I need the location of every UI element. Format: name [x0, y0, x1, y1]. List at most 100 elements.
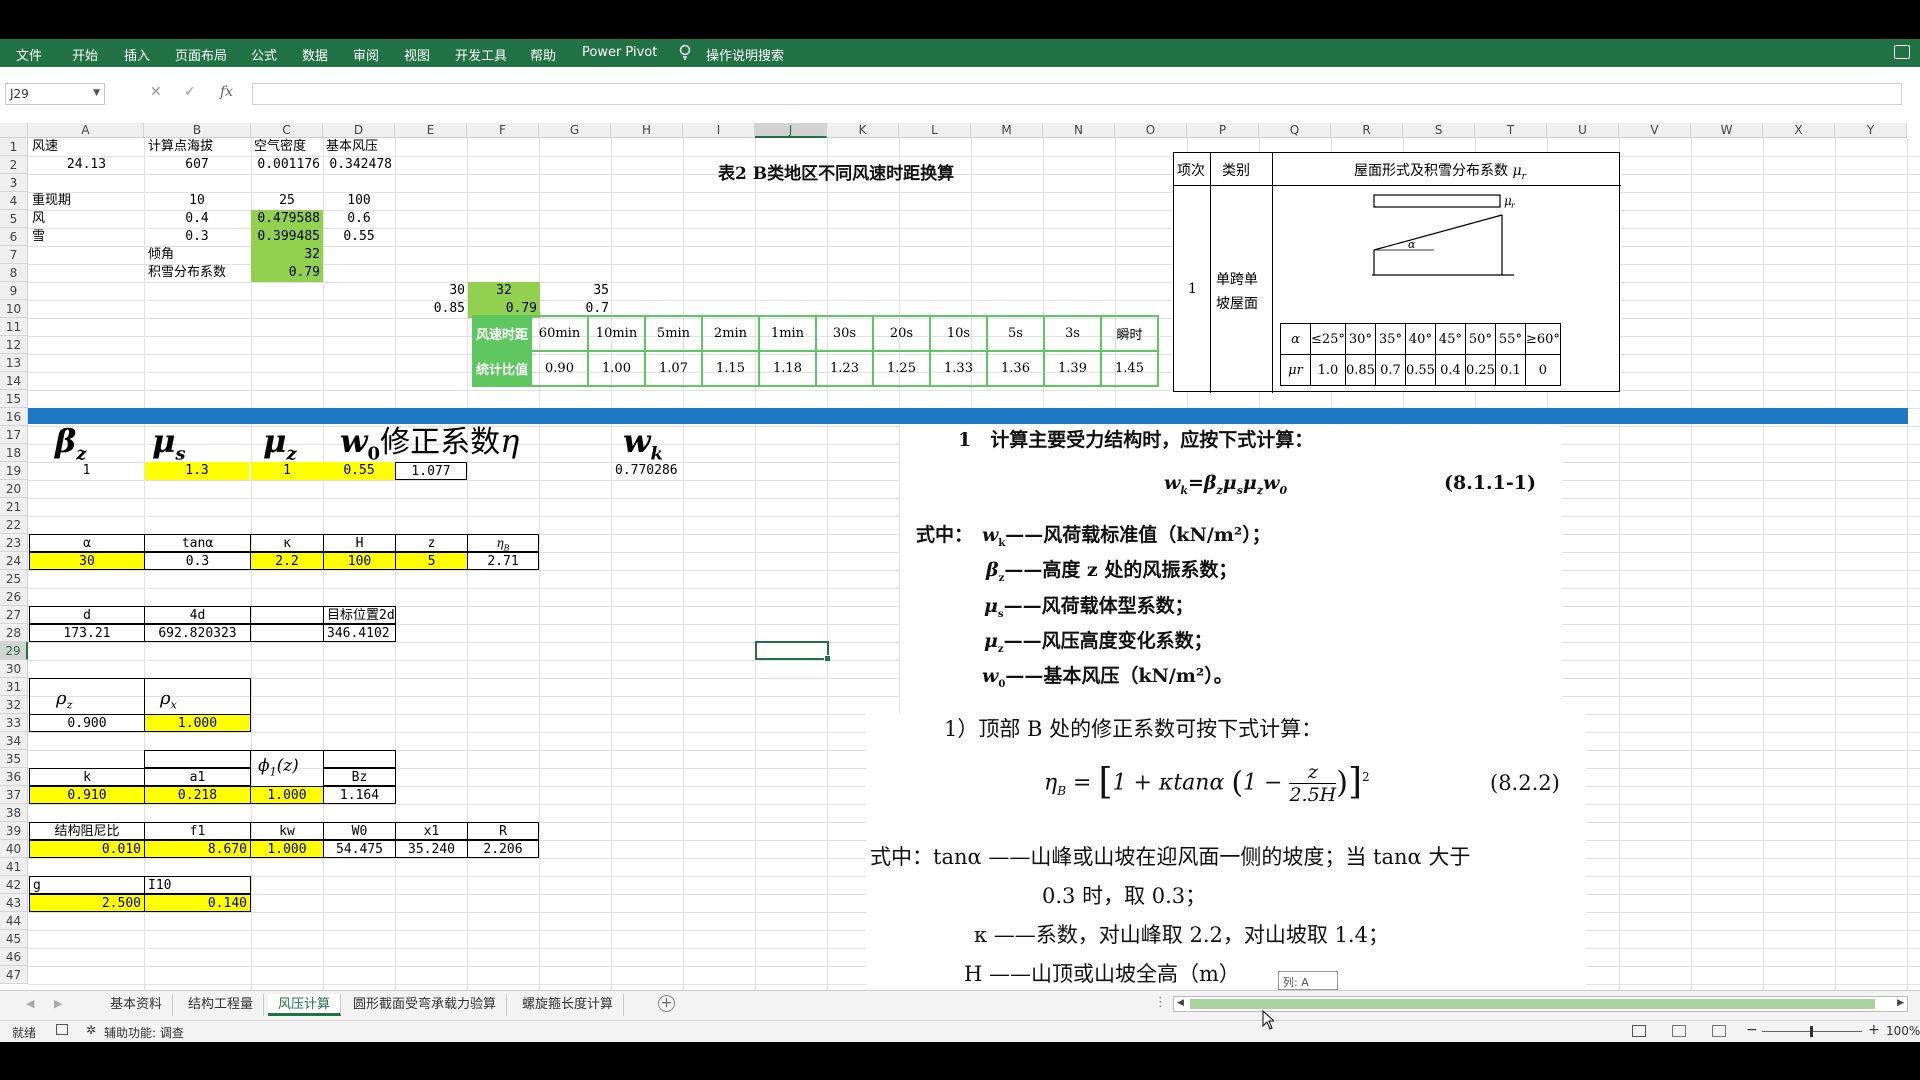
tab-page-layout[interactable]: 页面布局 — [175, 45, 227, 64]
cell-a31-32[interactable] — [29, 678, 145, 715]
column-header-d[interactable]: D — [323, 123, 395, 138]
zoom-slider-handle[interactable] — [1810, 1026, 1813, 1037]
comments-icon[interactable] — [1894, 45, 1910, 59]
cell-a42[interactable]: g — [29, 876, 145, 894]
cell-b39[interactable]: f1 — [144, 822, 251, 840]
row-header-26[interactable]: 26 — [0, 588, 28, 606]
column-header-g[interactable]: G — [539, 123, 611, 138]
zoom-in-icon[interactable]: + — [1868, 1022, 1880, 1038]
cell-c6[interactable]: 0.399485 — [251, 228, 323, 246]
row-header-29[interactable]: 29 — [0, 642, 28, 660]
chevron-down-icon[interactable]: ▼ — [93, 88, 100, 98]
column-header-a[interactable]: A — [28, 123, 144, 138]
tab-review[interactable]: 审阅 — [353, 45, 379, 64]
normal-view-icon[interactable] — [1632, 1025, 1646, 1037]
accessibility-icon[interactable]: ✲ — [86, 1023, 96, 1037]
split-handle-icon[interactable]: ⋮ — [1154, 995, 1167, 1010]
column-header-c[interactable]: C — [251, 123, 323, 138]
cell-e39[interactable]: x1 — [395, 822, 468, 840]
row-header-37[interactable]: 37 — [0, 786, 28, 804]
cell-a39[interactable]: 结构阻尼比 — [29, 822, 145, 840]
cell-d39[interactable]: W0 — [323, 822, 396, 840]
column-header-j[interactable]: J — [755, 123, 827, 138]
cell-b43[interactable]: 0.140 — [144, 894, 251, 912]
cell-c19[interactable]: 1 — [251, 462, 323, 480]
cell-a6[interactable]: 雪 — [29, 228, 144, 246]
row-header-9[interactable]: 9 — [0, 282, 28, 300]
column-header-t[interactable]: T — [1475, 123, 1547, 138]
cell-c27[interactable] — [250, 606, 324, 624]
cell-d37[interactable]: 1.164 — [323, 786, 396, 804]
row-header-47[interactable]: 47 — [0, 966, 28, 984]
cell-c1[interactable]: 空气密度 — [251, 138, 323, 156]
row-header-43[interactable]: 43 — [0, 894, 28, 912]
cell-c40[interactable]: 1.000 — [250, 840, 324, 858]
cell-b7[interactable]: 倾角 — [145, 246, 249, 264]
cell-f9[interactable]: 32 — [468, 282, 540, 300]
row-header-2[interactable]: 2 — [0, 156, 28, 174]
cell-c2[interactable]: 0.001176 — [251, 156, 323, 174]
insert-function-icon[interactable]: fx — [220, 84, 233, 100]
cell-b1[interactable]: 计算点海拔 — [145, 138, 249, 156]
cell-a19[interactable]: 1 — [29, 462, 144, 480]
column-header-n[interactable]: N — [1043, 123, 1115, 138]
tab-home[interactable]: 开始 — [72, 45, 98, 64]
cell-d35[interactable] — [323, 750, 396, 768]
column-header-s[interactable]: S — [1403, 123, 1475, 138]
row-header-3[interactable]: 3 — [0, 174, 28, 192]
cell-a28[interactable]: 173.21 — [29, 624, 145, 642]
column-header-y[interactable]: Y — [1835, 123, 1907, 138]
cell-c39[interactable]: kw — [250, 822, 324, 840]
row-header-30[interactable]: 30 — [0, 660, 28, 678]
cell-a43[interactable]: 2.500 — [29, 894, 145, 912]
accessibility-status[interactable]: 辅助功能: 调查 — [104, 1024, 184, 1041]
row-header-17[interactable]: 17 — [0, 426, 28, 444]
selected-cell-j29[interactable] — [755, 641, 831, 662]
column-header-e[interactable]: E — [395, 123, 467, 138]
cell-b8[interactable]: 积雪分布系数 — [145, 264, 249, 282]
row-header-8[interactable]: 8 — [0, 264, 28, 282]
row-header-19[interactable]: 19 — [0, 462, 28, 480]
row-header-46[interactable]: 46 — [0, 948, 28, 966]
row-header-20[interactable]: 20 — [0, 480, 28, 498]
column-header-b[interactable]: B — [144, 123, 251, 138]
column-header-r[interactable]: R — [1331, 123, 1403, 138]
page-layout-view-icon[interactable] — [1672, 1025, 1686, 1037]
cell-e9[interactable]: 30 — [396, 282, 468, 300]
row-header-38[interactable]: 38 — [0, 804, 28, 822]
cell-a5[interactable]: 风 — [29, 210, 144, 228]
cell-a23[interactable]: α — [29, 534, 145, 552]
cell-f39[interactable]: R — [467, 822, 539, 840]
cell-b4[interactable]: 10 — [145, 192, 249, 210]
row-header-44[interactable]: 44 — [0, 912, 28, 930]
row-header-4[interactable]: 4 — [0, 192, 28, 210]
row-header-7[interactable]: 7 — [0, 246, 28, 264]
row-header-40[interactable]: 40 — [0, 840, 28, 858]
cell-b2[interactable]: 607 — [145, 156, 249, 174]
cell-a33[interactable]: 0.900 — [29, 714, 145, 732]
cell-e23[interactable]: z — [395, 534, 468, 552]
cell-a37[interactable]: 0.910 — [29, 786, 145, 804]
zoom-out-icon[interactable]: − — [1746, 1022, 1758, 1038]
row-header-27[interactable]: 27 — [0, 606, 28, 624]
name-box[interactable]: J29 ▼ — [5, 83, 105, 105]
column-header-p[interactable]: P — [1187, 123, 1259, 138]
row-header-35[interactable]: 35 — [0, 750, 28, 768]
column-header-k[interactable]: K — [827, 123, 899, 138]
cell-b35[interactable] — [144, 750, 251, 768]
row-header-12[interactable]: 12 — [0, 336, 28, 354]
cell-f24[interactable]: 2.71 — [467, 552, 539, 570]
cell-i19[interactable]: 0.770286 — [612, 462, 692, 480]
cell-d24[interactable]: 100 — [323, 552, 396, 570]
column-header-h[interactable]: H — [611, 123, 683, 138]
tell-me-search[interactable]: 操作说明搜索 — [706, 45, 784, 64]
macro-record-icon[interactable] — [56, 1024, 68, 1035]
cell-d2[interactable]: 0.342478 — [323, 156, 395, 174]
tab-file[interactable]: 文件 — [16, 45, 42, 64]
sheet-tab-spiral-length[interactable]: 螺旋箍长度计算 — [512, 994, 625, 1016]
sheet-tab-wind-pressure[interactable]: 风压计算 — [268, 994, 342, 1016]
cell-e24[interactable]: 5 — [395, 552, 468, 570]
row-header-1[interactable]: 1 — [0, 138, 28, 156]
row-header-14[interactable]: 14 — [0, 372, 28, 390]
row-header-21[interactable]: 21 — [0, 498, 28, 516]
